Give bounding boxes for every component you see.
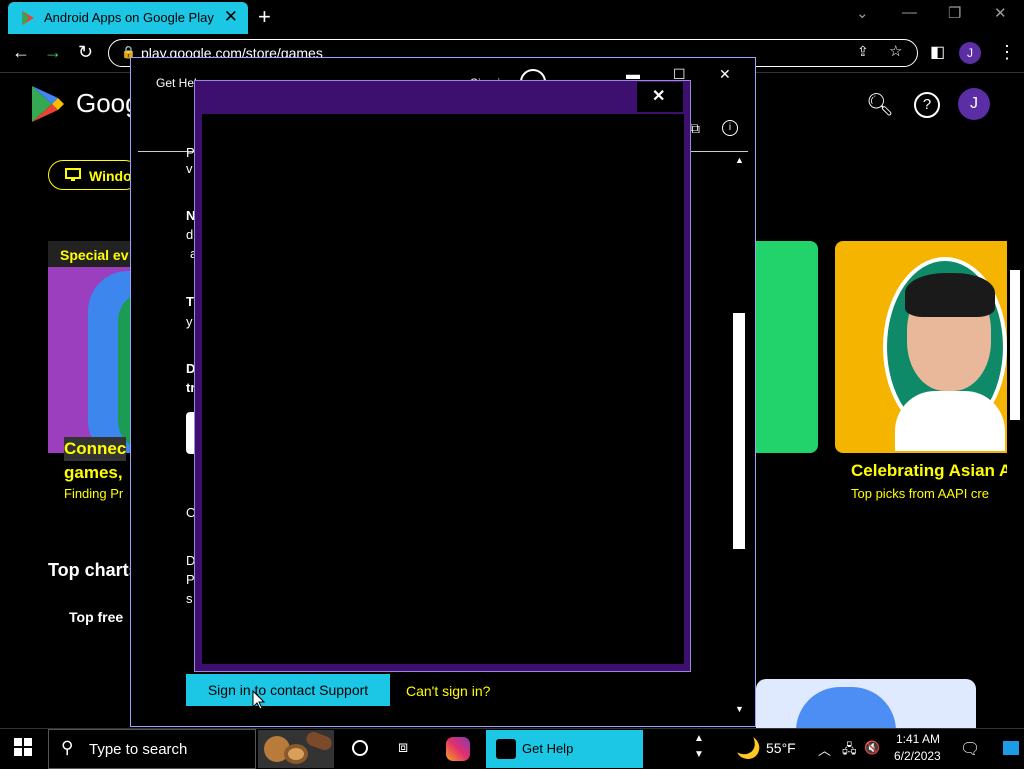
card1-title: Connec games, (64, 437, 127, 485)
weather-moon-icon[interactable]: 🌙 (736, 736, 761, 761)
profile-avatar[interactable]: J (959, 42, 981, 64)
get-help-title: Get Hel (156, 76, 197, 90)
card1-subtitle: Finding Pr (64, 486, 124, 501)
windows-start-icon[interactable] (14, 738, 32, 756)
help-text-fragment: s (186, 591, 193, 606)
weather-temperature[interactable]: 55°F (766, 740, 796, 756)
clock-date[interactable]: 6/2/2023 (894, 749, 941, 763)
connect-icon[interactable]: ⧉ (690, 120, 700, 137)
top-charts-heading: Top charts (48, 560, 139, 580)
back-arrow-icon[interactable]: ← (12, 42, 30, 63)
get-help-app-icon (496, 739, 516, 759)
forward-arrow-icon[interactable]: → (44, 42, 62, 63)
get-help-scroll-down-icon[interactable]: ▼ (735, 704, 744, 714)
browser-tab[interactable]: Android Apps on Google Play ✕ (8, 2, 248, 34)
mouse-cursor-icon (252, 690, 266, 710)
close-window-button[interactable]: ✕ (994, 4, 1007, 22)
volume-muted-icon[interactable]: 🔇 (864, 740, 880, 756)
taskbar-get-help-app[interactable]: Get Help (486, 730, 643, 768)
side-panel-icon[interactable]: ◧ (930, 42, 945, 62)
info-icon[interactable]: i (722, 120, 738, 136)
tab-search-icon[interactable]: ⌄ (856, 4, 869, 22)
bookmark-star-icon[interactable]: ☆ (889, 42, 902, 60)
tab-close-icon[interactable]: ✕ (224, 7, 238, 27)
get-help-scrollbar-thumb[interactable] (733, 313, 745, 549)
taskbar-get-help-label: Get Help (522, 741, 574, 756)
minimize-button[interactable]: — (902, 4, 917, 21)
page-scrollbar[interactable] (1007, 240, 1024, 718)
task-view-icon[interactable]: ⧈ (398, 739, 408, 757)
google-play-favicon-icon (22, 11, 34, 25)
portrait-shirt (895, 391, 1005, 451)
help-text-fragment: v (186, 161, 193, 176)
card-tag: Special ev (48, 241, 136, 267)
portrait-hair (905, 273, 995, 317)
search-icon[interactable]: 🔍︎ (866, 92, 894, 118)
dialog-content[interactable] (202, 114, 684, 664)
restore-button[interactable]: ❐ (948, 4, 961, 22)
sign-in-support-button[interactable]: Sign in to contact Support (186, 674, 390, 706)
monitor-icon (65, 168, 81, 181)
help-text-fragment: y (186, 314, 193, 329)
card3-subtitle: Top picks from AAPI cre (851, 486, 989, 501)
bottom-promo-card[interactable] (756, 679, 976, 731)
clock-time[interactable]: 1:41 AM (896, 732, 940, 746)
device-chip-label: Windo (89, 168, 132, 184)
new-tab-button[interactable]: + (258, 4, 271, 30)
cortana-icon[interactable] (352, 740, 368, 756)
dialog-close-icon[interactable]: ✕ (652, 86, 665, 106)
card1-title-line2: games, (64, 463, 123, 482)
tab-title: Android Apps on Google Play (44, 10, 214, 25)
taskbar-scroll-icon[interactable]: ▲ ▼ (694, 731, 704, 763)
show-desktop-icon[interactable] (1003, 741, 1019, 755)
browser-menu-icon[interactable]: ⋮ (998, 42, 1016, 63)
google-play-logo-icon[interactable] (30, 84, 66, 124)
device-filter-chip[interactable]: Windo (48, 160, 140, 190)
browser-tab-bar: Android Apps on Google Play ✕ + ⌄ — ❐ ✕ (0, 0, 1024, 34)
play-profile-avatar[interactable]: J (958, 88, 990, 120)
top-free-tab[interactable]: Top free (69, 609, 123, 625)
taskbar-search-box[interactable]: ⚲ Type to search (48, 729, 256, 769)
special-event-card[interactable]: Special ev (48, 241, 136, 453)
instagram-icon[interactable] (446, 737, 470, 761)
hidden-icons-chevron-icon[interactable]: ︿ (818, 740, 831, 759)
notification-center-icon[interactable]: 🗨 (960, 739, 980, 759)
get-help-close-button[interactable]: ✕ (719, 66, 731, 83)
help-text-fragment: d (186, 227, 194, 242)
green-promo-card[interactable] (756, 241, 818, 453)
taskbar-search-placeholder: Type to search (89, 741, 188, 758)
cant-sign-in-link[interactable]: Can't sign in? (406, 683, 490, 699)
dialog-header (196, 82, 637, 112)
bottom-card-illustration (796, 687, 896, 731)
get-help-scroll-up-icon[interactable]: ▲ (735, 155, 744, 165)
search-icon: ⚲ (61, 738, 74, 757)
help-icon[interactable]: ? (914, 92, 940, 118)
news-widget-icon[interactable] (258, 729, 334, 768)
share-icon[interactable]: ⇪ (857, 43, 869, 60)
help-text-fragment: T (186, 294, 194, 309)
reload-icon[interactable]: ↻ (78, 42, 93, 63)
card1-title-line1: Connec (64, 437, 127, 461)
taskbar: ⚲ Type to search ⧈ Get Help ▲ ▼ 🌙 55°F ︿ … (0, 728, 1024, 769)
page-scrollbar-thumb[interactable] (1010, 270, 1020, 420)
aapi-promo-card[interactable] (835, 241, 1007, 453)
card3-title: Celebrating Asian A (851, 461, 1012, 480)
network-icon[interactable]: 🖧 (842, 740, 857, 762)
